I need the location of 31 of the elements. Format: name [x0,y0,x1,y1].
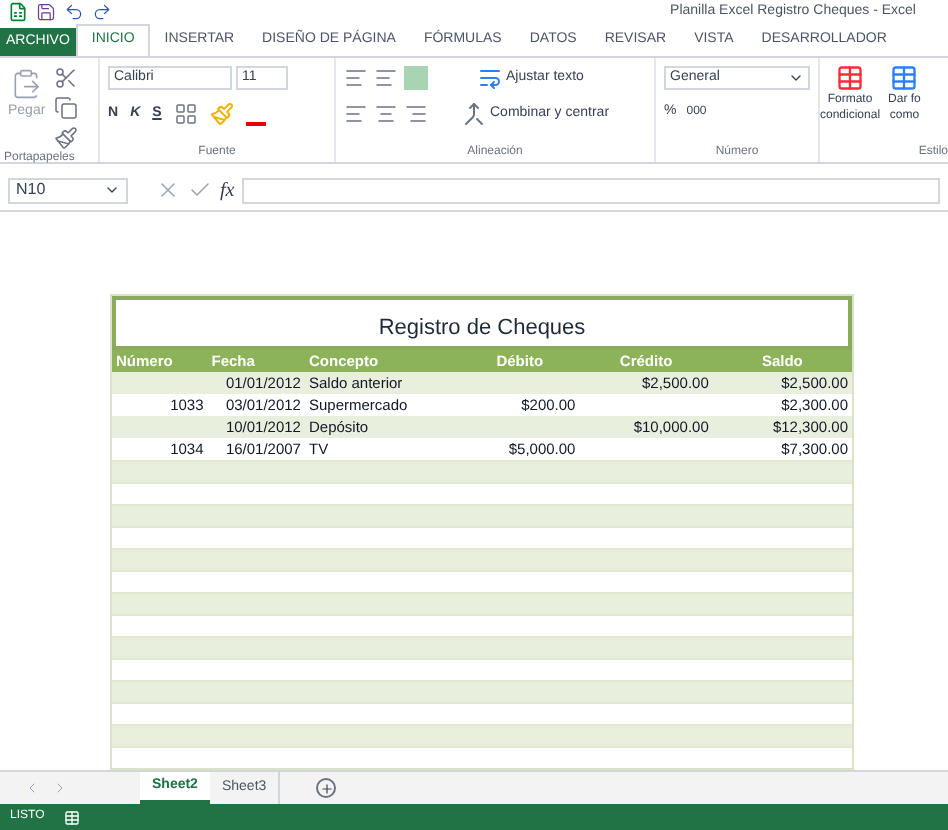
align-right-icon[interactable] [404,102,428,126]
cut-icon[interactable] [53,66,78,90]
copy-icon[interactable] [53,96,78,120]
dropdown-icon [788,70,804,86]
merge-icon [462,102,486,126]
sheet-title: Registro de Cheques [112,296,852,350]
plus-icon [319,781,334,795]
clipboard-icon [10,66,43,102]
save-icon[interactable] [36,2,56,22]
align-top-icon[interactable] [344,66,368,90]
add-sheet-button[interactable] [316,778,337,798]
table-icon [836,64,865,92]
align-middle-icon[interactable] [374,66,398,90]
formula-field[interactable] [242,177,940,203]
dropdown-icon [104,182,120,198]
borders-icon[interactable] [173,102,198,126]
table-icon [890,64,919,92]
redo-icon[interactable] [92,2,112,22]
cancel-icon[interactable] [156,178,180,202]
undo-icon[interactable] [64,2,84,22]
align-center-icon[interactable] [374,102,398,126]
align-left-icon[interactable] [344,102,368,126]
scroll-left-icon[interactable] [24,780,40,796]
enter-icon[interactable] [188,178,212,202]
scroll-right-icon[interactable] [52,780,68,796]
fill-color-icon[interactable] [209,102,234,126]
excel-logo-icon [8,2,28,22]
wrap-text-icon [478,66,502,90]
format-painter-icon[interactable] [53,126,78,150]
function-button[interactable]: fx [220,175,235,205]
name-box[interactable]: N10 [8,177,128,203]
